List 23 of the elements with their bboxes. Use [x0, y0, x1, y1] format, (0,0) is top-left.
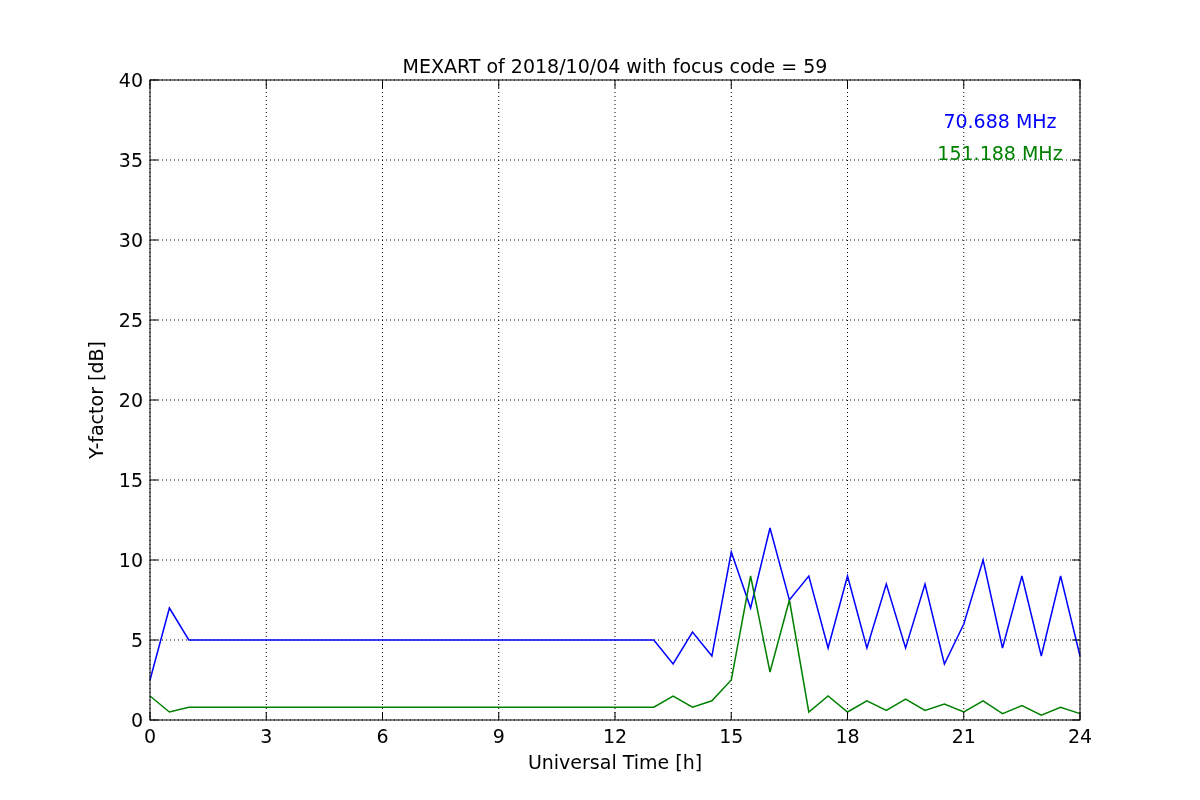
x-tick-label: 15: [719, 725, 744, 747]
y-tick-label: 10: [118, 549, 143, 571]
x-tick-label: 24: [1067, 725, 1093, 747]
x-tick-label: 12: [602, 725, 628, 747]
x-tick-label: 0: [143, 725, 157, 747]
x-tick-label: 6: [376, 725, 389, 747]
x-tick-label: 21: [951, 725, 976, 747]
y-tick-label: 0: [130, 709, 143, 731]
y-tick-label: 35: [118, 149, 143, 171]
legend-label: 151.188 MHz: [937, 142, 1063, 164]
y-axis-label: Y-factor [dB]: [85, 341, 107, 459]
x-tick-label: 18: [835, 725, 860, 747]
x-tick-label: 3: [260, 725, 273, 747]
legend-label: 70.688 MHz: [943, 110, 1057, 132]
y-tick-label: 20: [118, 389, 143, 411]
y-tick-label: 25: [118, 309, 143, 331]
y-tick-label: 5: [130, 629, 143, 651]
x-tick-label: 9: [492, 725, 505, 747]
chart-title: MEXART of 2018/10/04 with focus code = 59: [402, 55, 828, 77]
y-tick-label: 40: [118, 69, 143, 91]
y-tick-label: 30: [118, 229, 143, 251]
y-tick-label: 15: [118, 469, 143, 491]
x-axis-label: Universal Time [h]: [527, 751, 703, 773]
